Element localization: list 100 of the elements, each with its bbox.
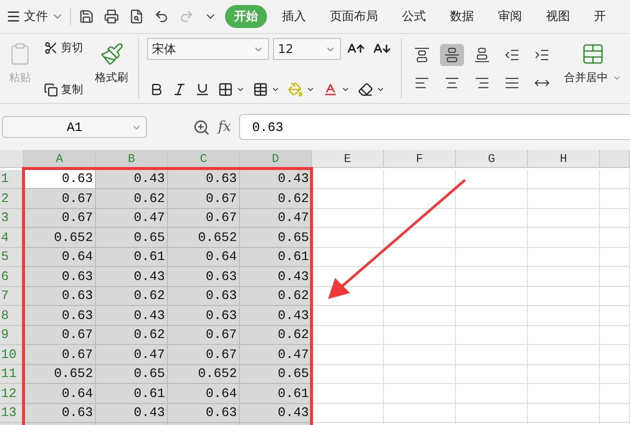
table-cell <box>528 384 600 404</box>
table-cell: 0.61 <box>96 384 168 404</box>
table-cell: 0.62 <box>96 189 168 208</box>
borders-icon <box>218 82 233 97</box>
table-cell <box>456 384 528 404</box>
table-cell: 0.652 <box>24 228 96 248</box>
table-cell <box>312 306 384 326</box>
print-button[interactable] <box>102 7 121 26</box>
column-header[interactable]: F <box>384 150 456 168</box>
table-cell: 0.652 <box>168 364 240 384</box>
table-cell: 0.43 <box>96 170 168 189</box>
table-cell: 0.63 <box>24 170 96 189</box>
ribbon-tab[interactable]: 页面布局 <box>321 5 387 28</box>
paintbrush-icon <box>100 42 124 66</box>
format-painter-button[interactable]: 格式刷 <box>93 38 130 99</box>
table-cell <box>528 208 600 228</box>
table-cell <box>456 267 528 286</box>
cut-button[interactable]: 剪切 <box>42 38 85 57</box>
table-cell: 0.63 <box>24 267 96 286</box>
ribbon-tab[interactable]: 插入 <box>273 5 315 28</box>
chevron-down-icon <box>306 85 315 94</box>
table-cell: 0.63 <box>168 404 240 423</box>
ribbon-tab[interactable]: 数据 <box>441 5 483 28</box>
table-cell <box>456 228 528 248</box>
printer-icon <box>104 9 119 24</box>
table-cell <box>600 384 630 404</box>
table-cell <box>528 306 600 326</box>
chevron-down-icon <box>341 85 350 94</box>
table-cell: 0.65 <box>96 364 168 384</box>
column-header[interactable]: H <box>528 150 600 168</box>
scissors-icon <box>44 40 58 54</box>
save-icon <box>79 9 94 24</box>
copy-button[interactable]: 复制 <box>42 80 85 99</box>
table-cell <box>528 228 600 248</box>
redo-icon <box>179 9 194 24</box>
align-middle-button[interactable] <box>440 44 464 66</box>
table-cell: 0.67 <box>24 326 96 345</box>
table-cell: 0.47 <box>96 208 168 228</box>
table-cell <box>456 326 528 345</box>
table-cell: 0.63 <box>168 267 240 286</box>
table-cell: 0.67 <box>168 345 240 364</box>
paint-bucket-icon <box>288 82 303 97</box>
chevron-down-icon <box>236 85 245 94</box>
table-cell <box>384 364 456 384</box>
ribbon-tab[interactable]: 公式 <box>393 5 435 28</box>
table-cell: 0.62 <box>96 326 168 345</box>
table-cell <box>312 345 384 364</box>
table-cell: 0.652 <box>168 228 240 248</box>
font-color-icon <box>323 82 338 97</box>
bold-icon <box>149 82 164 97</box>
zoom-icon <box>193 118 210 136</box>
font-size-field[interactable]: 12 <box>273 38 341 60</box>
table-cell: 0.63 <box>168 306 240 326</box>
table-cell: 0.64 <box>168 248 240 267</box>
merge-center-button[interactable]: 合并居中 <box>562 38 624 99</box>
table-cell: 0.43 <box>96 404 168 423</box>
table-cell <box>384 208 456 228</box>
table-cell: 0.63 <box>24 404 96 423</box>
table-cell <box>600 286 630 306</box>
name-box[interactable]: A1 <box>2 116 147 138</box>
table-cell <box>312 326 384 345</box>
table-cell <box>528 267 600 286</box>
table-cell <box>384 189 456 208</box>
align-bottom-icon <box>474 46 490 62</box>
table-cell <box>384 326 456 345</box>
table-cell <box>384 228 456 248</box>
table-cell <box>528 364 600 384</box>
table-cell <box>384 404 456 423</box>
table-cell <box>312 189 384 208</box>
table-cell: 0.47 <box>240 208 312 228</box>
table-cell <box>384 306 456 326</box>
table-cell <box>312 228 384 248</box>
ribbon-tab[interactable]: 开 <box>585 5 615 28</box>
table-cell <box>456 306 528 326</box>
table-cell: 0.67 <box>168 208 240 228</box>
table-cell <box>600 306 630 326</box>
table-cell: 0.67 <box>168 326 240 345</box>
file-menu[interactable]: 文件 <box>6 8 71 25</box>
ribbon-tab[interactable]: 审阅 <box>489 5 531 28</box>
table-cell: 0.65 <box>240 228 312 248</box>
table-cell <box>312 170 384 189</box>
table-cell: 0.64 <box>24 248 96 267</box>
table-cell <box>600 345 630 364</box>
table-cell <box>528 248 600 267</box>
table-cell <box>600 208 630 228</box>
column-header[interactable]: E <box>312 150 384 168</box>
table-cell: 0.65 <box>96 228 168 248</box>
font-name-field[interactable]: 宋体 <box>147 38 269 60</box>
table-cell <box>384 286 456 306</box>
table-cell: 0.65 <box>240 364 312 384</box>
underline-icon <box>195 82 210 97</box>
eraser-icon <box>358 82 373 97</box>
table-cell: 0.62 <box>240 326 312 345</box>
align-top-icon <box>414 46 430 62</box>
column-header[interactable]: G <box>456 150 528 168</box>
table-cell: 0.61 <box>240 384 312 404</box>
merge-cells-icon <box>581 42 605 66</box>
formula-field[interactable]: 0.63 <box>239 114 630 140</box>
ribbon-tab[interactable]: 视图 <box>537 5 579 28</box>
table-cell: 0.43 <box>240 404 312 423</box>
